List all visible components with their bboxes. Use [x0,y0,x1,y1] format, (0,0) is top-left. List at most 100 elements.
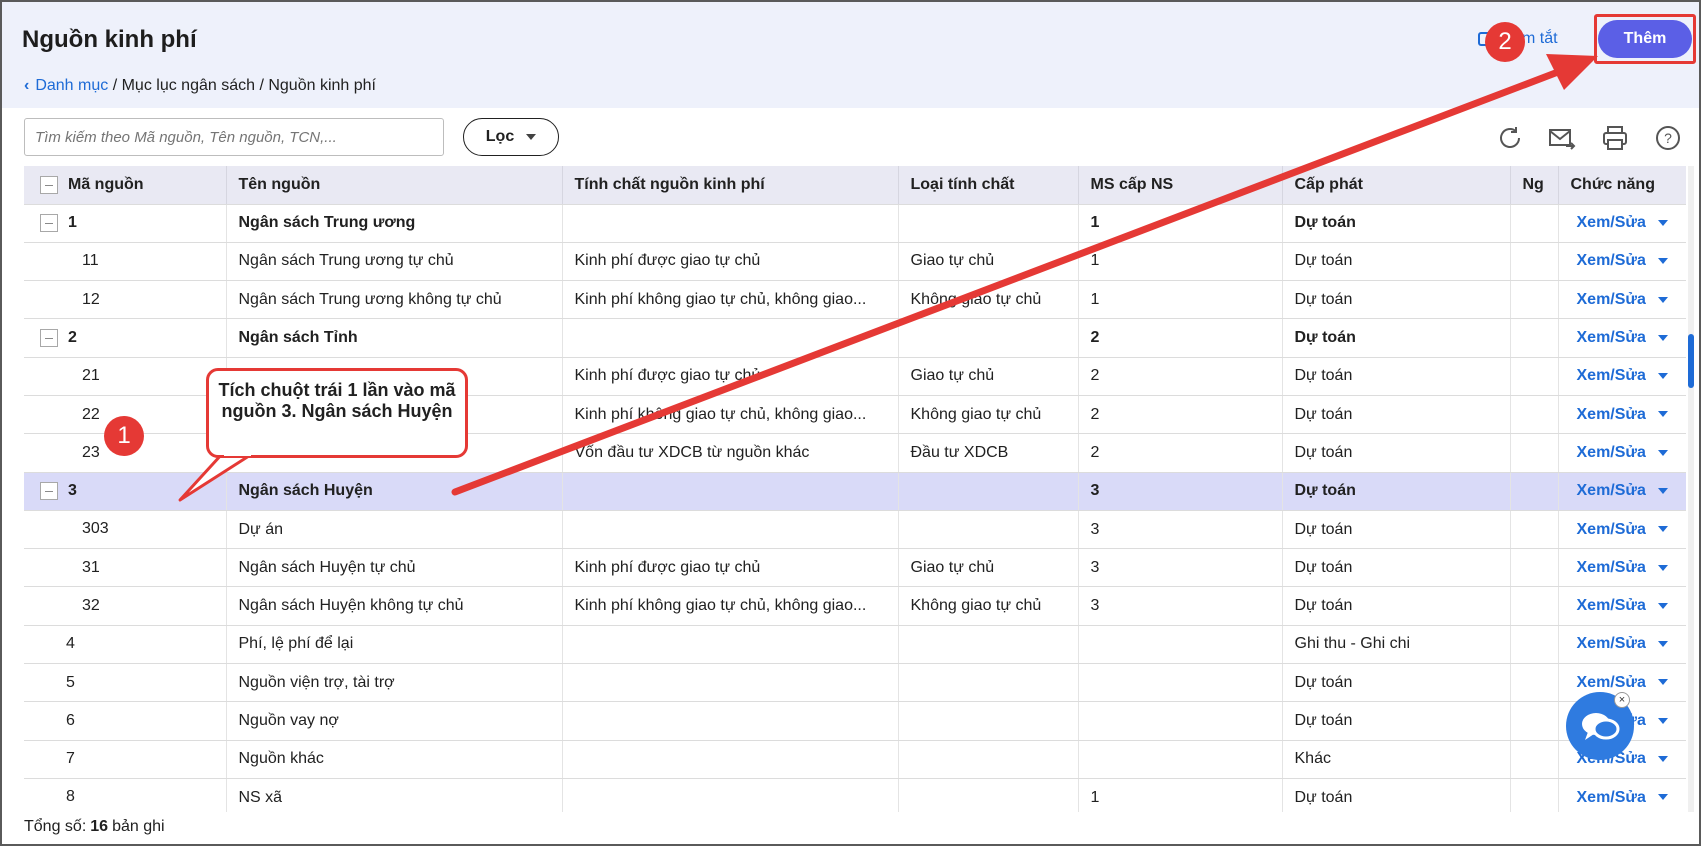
table-row[interactable]: 3 Ngân sách Huyện 3 Dự toán Xem/Sửa [24,472,1686,511]
view-edit-button[interactable]: Xem/Sửa [1577,291,1668,308]
table-row[interactable]: 4 Phí, lệ phí để lại Ghi thu - Ghi chi Xem/… [24,625,1686,665]
dropdown-caret-icon[interactable] [1657,449,1668,456]
dropdown-caret-icon[interactable] [1657,794,1668,801]
chevron-left-icon[interactable]: ‹ [24,77,29,95]
view-edit-button[interactable]: Xem/Sửa [1577,367,1668,384]
dropdown-caret-icon[interactable] [1657,602,1668,609]
table-row[interactable]: 7 Nguồn khác Khác Xem/Sửa [24,740,1686,779]
column-header[interactable]: MS cấp NS [1078,166,1283,205]
cell-code[interactable]: 32 [24,586,227,626]
view-edit-button[interactable]: Xem/Sửa [1577,252,1668,269]
cell-code[interactable]: 11 [24,242,227,282]
breadcrumb-muc-luc[interactable]: Mục lục ngân sách [122,77,255,95]
view-edit-button[interactable]: Xem/Sửa [1577,521,1668,538]
view-edit-button[interactable]: Xem/Sửa [1577,635,1668,652]
collapse-toggle[interactable] [40,214,58,233]
cell-code[interactable]: 2 [24,318,227,358]
view-edit-button[interactable]: Xem/Sửa [1577,482,1668,499]
cell-code[interactable]: 12 [24,280,227,320]
dropdown-caret-icon[interactable] [1657,756,1668,763]
dropdown-caret-icon[interactable] [1657,641,1668,648]
dropdown-caret-icon[interactable] [1657,219,1668,226]
table-row[interactable]: 8 NS xã 1 Dự toán Xem/Sửa [24,778,1686,812]
breadcrumb-danh-muc[interactable]: Danh mục [35,77,108,95]
refresh-icon[interactable] [1496,124,1524,152]
code-text: 1 [68,214,77,232]
scrollbar-thumb[interactable] [1688,334,1694,388]
cell-code[interactable]: 4 [24,625,227,665]
cell-nature [562,778,899,812]
dropdown-caret-icon[interactable] [1657,564,1668,571]
cell-nature: Kinh phí được giao tự chủ [562,548,899,588]
cell-ms: 3 [1078,472,1283,511]
column-header[interactable]: Tên nguồn [226,166,563,205]
table-row[interactable]: 11 Ngân sách Trung ương tự chủ Kinh phí đư… [24,242,1686,282]
cell-code[interactable]: 3 [24,472,227,511]
filter-button[interactable]: Lọc [463,118,559,156]
cell-type [898,663,1079,703]
view-edit-button[interactable]: Xem/Sửa [1577,559,1668,576]
cell-code[interactable]: 21 [24,357,227,396]
dropdown-caret-icon[interactable] [1657,334,1668,341]
search-input[interactable]: Tìm kiếm theo Mã nguồn, Tên nguồn, TCN,.… [24,118,444,156]
column-header[interactable]: Mã nguồn [68,176,144,193]
collapse-all-toggle[interactable] [40,175,58,194]
table-row[interactable]: 6Nguồn vay nợDự toánXem/Sửa [24,701,1686,741]
column-header[interactable]: Tính chất nguồn kinh phí [562,166,899,205]
view-edit-button[interactable]: Xem/Sửa [1577,214,1668,231]
help-icon[interactable]: ? [1654,124,1682,152]
filter-label: Lọc [485,128,515,145]
cell-code[interactable]: 31 [24,548,227,588]
cell-code[interactable]: 7 [24,740,227,779]
cell-ng [1510,663,1559,703]
cell-code[interactable]: 5 [24,663,227,703]
cell-code[interactable]: 6 [24,701,227,741]
table-row[interactable]: 32 Ngân sách Huyện không tự chủ Kinh phí k… [24,586,1686,626]
cell-type [898,472,1079,511]
dropdown-caret-icon[interactable] [1657,411,1668,418]
dropdown-caret-icon[interactable] [1657,717,1668,724]
cell-type: Giao tự chủ [898,548,1079,588]
print-icon[interactable] [1601,124,1629,152]
table-row[interactable]: 1 Ngân sách Trung ương 1 Dự toán Xem/Sửa [24,204,1686,243]
cell-nature [562,472,899,511]
email-icon[interactable] [1548,124,1576,152]
close-icon[interactable]: × [1614,692,1630,708]
cell-alloc: Dự toán [1282,395,1511,435]
table-row[interactable]: 5 Nguồn viện trợ, tài trợ Dự toán Xem/Sửa [24,663,1686,703]
cell-code[interactable]: 1 [24,204,227,243]
cell-code[interactable]: 8 [24,778,227,812]
view-edit-button[interactable]: Xem/Sửa [1577,444,1668,461]
table-row[interactable]: 303 Dự án 3 Dự toán Xem/Sửa [24,510,1686,550]
dropdown-caret-icon[interactable] [1657,296,1668,303]
collapse-toggle[interactable] [40,482,58,501]
column-header[interactable]: Cấp phát [1282,166,1511,205]
table-row[interactable]: 12 Ngân sách Trung ương không tự chủ Kinh … [24,280,1686,320]
view-edit-button[interactable]: Xem/Sửa [1577,674,1668,691]
data-table: Mã nguồn Tên nguồn Tính chất nguồn kinh … [24,166,1686,812]
column-header[interactable]: Ng [1510,166,1559,205]
cell-ms: 2 [1078,357,1283,396]
table-row[interactable]: 31 Ngân sách Huyện tự chủ Kinh phí được gi… [24,548,1686,588]
dropdown-caret-icon[interactable] [1657,258,1668,265]
total-label: Tổng số: [24,818,87,835]
cell-alloc: Dự toán [1282,586,1511,626]
total-records: Tổng số: 16 bản ghi [24,818,165,836]
view-edit-label: Xem/Sửa [1576,673,1646,691]
cell-alloc: Dự toán [1282,204,1511,243]
dropdown-caret-icon[interactable] [1657,679,1668,686]
collapse-toggle[interactable] [40,328,58,347]
dropdown-caret-icon[interactable] [1657,487,1668,494]
cell-ms: 2 [1078,395,1283,435]
dropdown-caret-icon[interactable] [1657,373,1668,380]
view-edit-button[interactable]: Xem/Sửa [1577,597,1668,614]
dropdown-caret-icon[interactable] [1657,526,1668,533]
table-row[interactable]: 2 Ngân sách Tỉnh 2 Dự toán Xem/Sửa [24,318,1686,358]
view-edit-button[interactable]: Xem/Sửa [1577,406,1668,423]
view-edit-button[interactable]: Xem/Sửa [1577,329,1668,346]
column-header[interactable]: Loại tính chất [898,166,1079,205]
cell-code[interactable]: 303 [24,510,227,550]
vertical-scrollbar[interactable] [1688,166,1694,812]
view-edit-button[interactable]: Xem/Sửa [1577,789,1668,806]
total-count: 16 [90,818,109,835]
